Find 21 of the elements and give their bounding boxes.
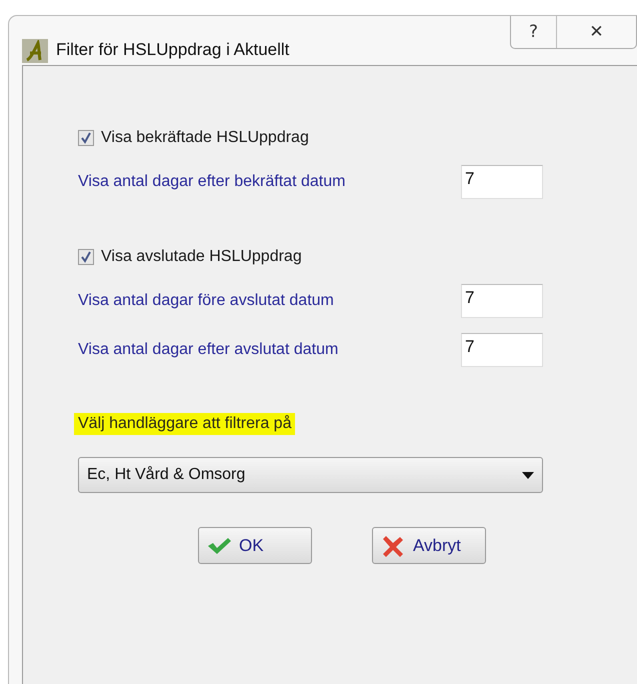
- field-label: Visa antal dagar efter avslutat datum: [78, 341, 338, 359]
- caret-icon: [522, 472, 534, 478]
- field-label: Visa antal dagar efter bekräftat datum: [78, 173, 346, 191]
- input-field[interactable]: 7: [461, 165, 543, 199]
- checkbox-label: Visa bekräftade HSLUppdrag: [101, 129, 309, 147]
- handler-label: Välj handläggare att filtrera på: [74, 413, 296, 435]
- help-button[interactable]: ?: [511, 16, 557, 48]
- ok-button[interactable]: OK: [198, 527, 312, 564]
- input-field[interactable]: 7: [461, 333, 543, 367]
- field-label: Visa antal dagar före avslutat datum: [78, 292, 334, 310]
- handler-dropdown[interactable]: Ec, Ht Vård & Omsorg: [78, 457, 543, 493]
- input-field[interactable]: 7: [461, 284, 543, 318]
- checkbox-label: Visa avslutade HSLUppdrag: [101, 248, 302, 266]
- checkbox[interactable]: [78, 249, 94, 265]
- window-title: Filter för HSLUppdrag i Aktuellt: [56, 40, 290, 60]
- cross-icon: [381, 534, 405, 558]
- cancel-button[interactable]: Avbryt: [372, 527, 486, 564]
- checkbox[interactable]: [78, 130, 94, 146]
- close-button[interactable]: ✕: [557, 16, 636, 48]
- app-logo-icon: [22, 39, 48, 63]
- checkmark-icon: [207, 536, 231, 554]
